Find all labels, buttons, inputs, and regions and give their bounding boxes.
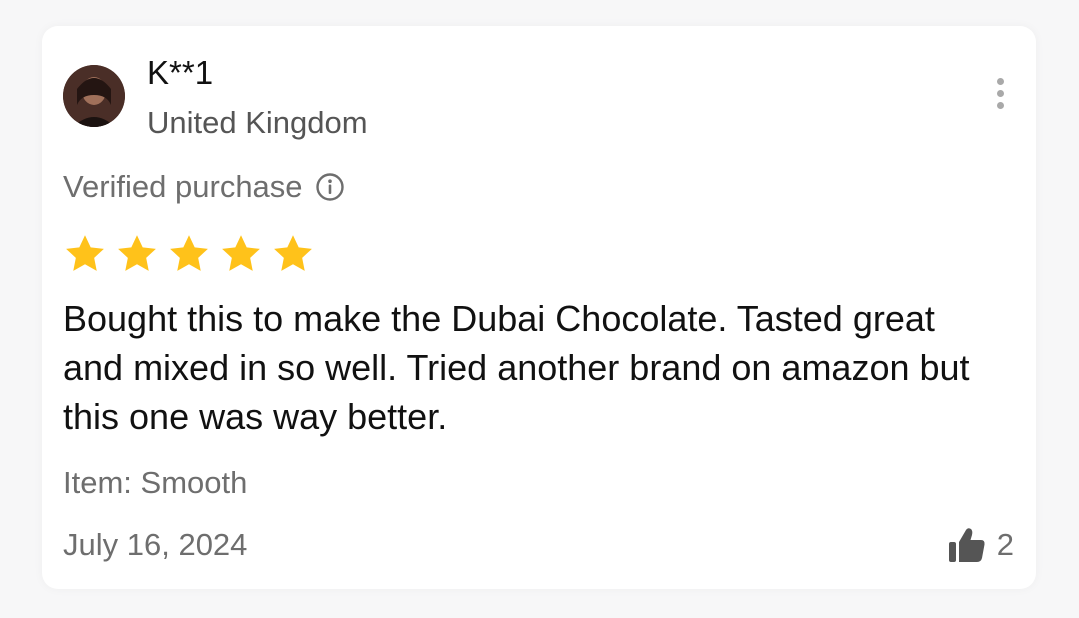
star-icon bbox=[118, 235, 156, 271]
star-icon bbox=[222, 235, 260, 271]
avatar[interactable] bbox=[63, 65, 125, 127]
review-text: Bought this to make the Dubai Chocolate.… bbox=[63, 298, 970, 437]
reviewer-country: United Kingdom bbox=[147, 105, 368, 140]
thumbs-up-icon bbox=[948, 528, 985, 562]
like-button[interactable]: 2 bbox=[947, 526, 1014, 564]
review-card: K**1 United Kingdom Verified purchase Bo… bbox=[42, 26, 1036, 589]
star-icon bbox=[170, 235, 208, 271]
verified-purchase: Verified purchase bbox=[63, 168, 345, 206]
review-date: July 16, 2024 bbox=[63, 527, 248, 562]
more-vertical-icon bbox=[996, 78, 1004, 85]
star-icon bbox=[274, 235, 312, 271]
star-icon bbox=[66, 235, 104, 271]
reviewer-name: K**1 bbox=[147, 54, 214, 91]
item-variant: Item: Smooth bbox=[63, 465, 248, 500]
like-count: 2 bbox=[996, 527, 1014, 562]
star-rating bbox=[63, 232, 315, 276]
verified-label: Verified purchase bbox=[63, 169, 303, 204]
info-icon[interactable] bbox=[315, 172, 345, 202]
more-options-button[interactable] bbox=[994, 78, 1006, 114]
